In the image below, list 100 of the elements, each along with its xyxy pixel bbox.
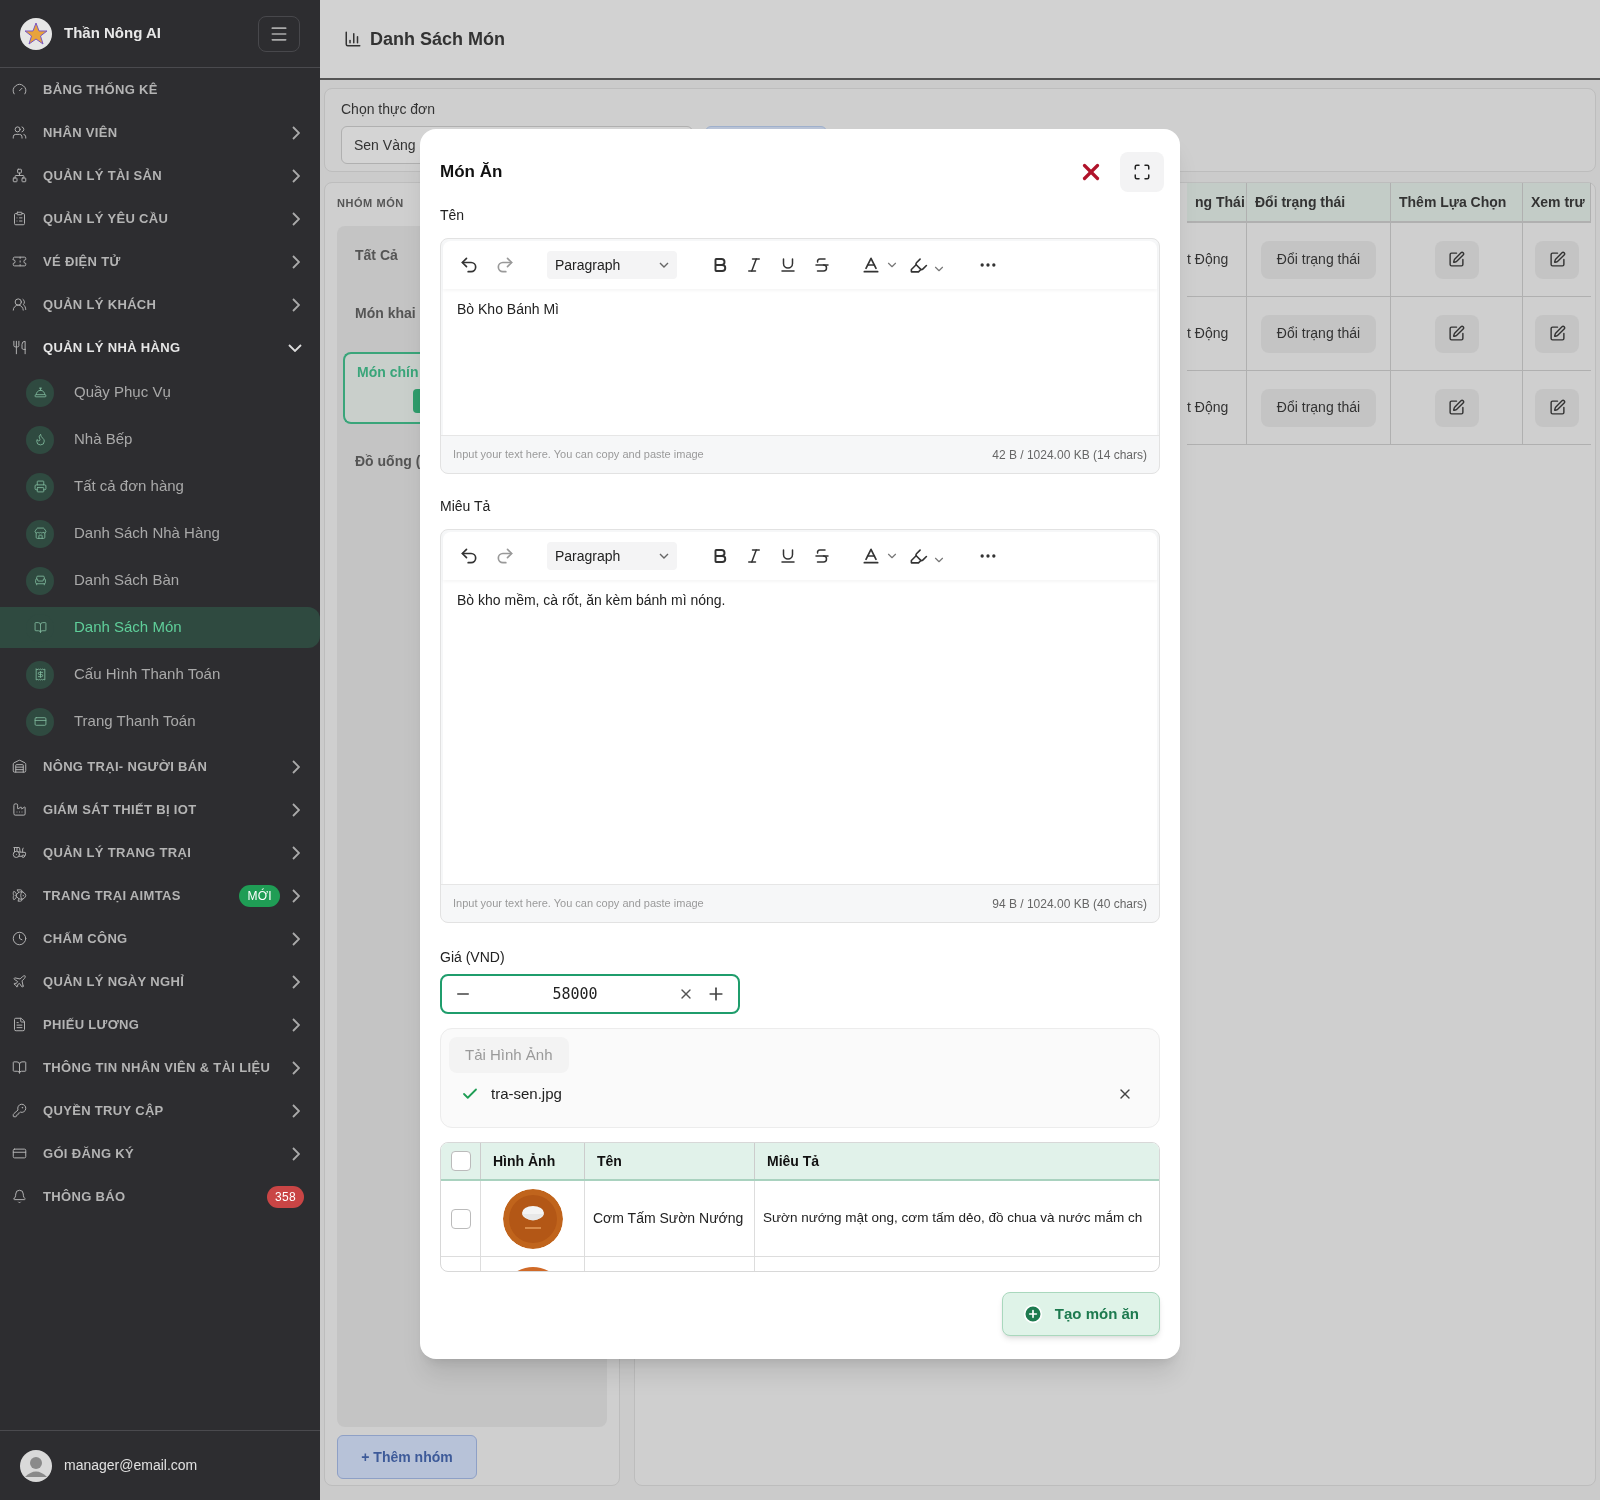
sidebar-item[interactable]: VÉ ĐIỆN TỬ [0, 240, 320, 283]
caret-icon [659, 553, 669, 559]
sidebar-item[interactable]: QUẢN LÝ NGÀY NGHỈ [0, 960, 320, 1003]
sidebar-subitem[interactable]: Nhà Bếp [0, 419, 320, 460]
subitem-icon [26, 425, 54, 454]
add-group-button[interactable]: + Thêm nhóm [337, 1435, 477, 1479]
format-select[interactable]: Paragraph [547, 542, 677, 570]
status-button[interactable]: Đổi trạng thái [1260, 240, 1377, 279]
edit-button[interactable] [1434, 314, 1479, 353]
sidebar-item[interactable]: QUẢN LÝ KHÁCH [0, 283, 320, 326]
chevron-right-icon [292, 759, 300, 774]
menu-item-icon [12, 1017, 27, 1032]
chevron-right-icon [292, 1103, 300, 1118]
edit-button[interactable] [1535, 388, 1579, 427]
edit-button[interactable] [1535, 240, 1579, 279]
field-label: Giá (VND) [440, 948, 505, 967]
text-color-icon[interactable] [861, 255, 881, 275]
sidebar-subitem[interactable]: Quầy Phục Vụ [0, 372, 320, 413]
menu-item-icon [12, 1189, 27, 1204]
expand-icon [1133, 163, 1151, 181]
column-header: Xem trư [1523, 183, 1591, 223]
user-avatar [20, 1449, 52, 1482]
format-select[interactable]: Paragraph [547, 251, 677, 279]
strikethrough-icon[interactable] [813, 256, 831, 274]
menu-item-icon [12, 931, 27, 946]
undo-icon[interactable] [459, 255, 479, 275]
underline-icon[interactable] [779, 256, 797, 274]
edit-button[interactable] [1434, 388, 1479, 427]
text-color-icon[interactable] [861, 546, 881, 566]
checkbox[interactable] [450, 1208, 471, 1229]
redo-icon[interactable] [495, 255, 515, 275]
status-button[interactable]: Đổi trạng thái [1260, 314, 1377, 353]
add-icon [1022, 1304, 1043, 1324]
chevron-right-icon [292, 888, 300, 903]
menu-item-icon [12, 168, 27, 183]
user-email: manager@email.com [64, 1456, 198, 1475]
price-value: 58000 [552, 983, 598, 1005]
column-header: Thêm Lựa Chọn [1391, 183, 1523, 223]
status-button[interactable]: Đổi trạng thái [1260, 388, 1377, 427]
edit-button[interactable] [1535, 314, 1579, 353]
underline-icon[interactable] [779, 547, 797, 565]
subitem-icon [26, 519, 54, 548]
checkbox[interactable] [450, 1151, 471, 1171]
sidebar-item[interactable]: NHÂN VIÊN [0, 111, 320, 154]
logo-icon [20, 17, 52, 50]
undo-icon[interactable] [459, 546, 479, 566]
sidebar-subitem[interactable]: Tất cả đơn hàng [0, 466, 320, 507]
subitem-icon [26, 472, 54, 501]
edit-button[interactable] [1434, 240, 1479, 279]
editor-text: Bò kho mềm, cà rốt, ăn kèm bánh mì nóng. [457, 592, 726, 608]
sidebar-item[interactable]: QUẢN LÝ TRANG TRẠI [0, 831, 320, 874]
italic-icon[interactable] [745, 256, 763, 274]
column-header: ng Thái [1187, 183, 1247, 223]
chevron-right-icon [292, 297, 300, 312]
rich-text-editor[interactable]: Paragraph Bò Kho Bánh Mì Input your text here. You can copy and paste image 42 B / 1024.00 KB (14 chars) [440, 238, 1160, 474]
edit-icon [1448, 399, 1465, 416]
sidebar-item[interactable]: BẢNG THỐNG KÊ [0, 68, 320, 111]
sidebar-item[interactable]: QUẢN LÝ TÀI SẢN [0, 154, 320, 197]
price-field[interactable]: 58000 [440, 974, 740, 1014]
chevron-right-icon [292, 802, 300, 817]
sidebar-subitem[interactable]: Danh Sách Nhà Hàng [0, 513, 320, 554]
highlighter-icon[interactable] [909, 546, 928, 566]
edit-icon [1448, 251, 1465, 268]
menu-item-icon [12, 974, 27, 989]
highlighter-icon[interactable] [909, 255, 928, 275]
menu-button[interactable] [258, 15, 300, 52]
sidebar-item[interactable]: QUẢN LÝ NHÀ HÀNG [0, 326, 320, 369]
sidebar-item[interactable]: GÓI ĐĂNG KÝ [0, 1132, 320, 1175]
menu-item-icon [12, 1146, 27, 1161]
menu-item-icon [12, 125, 27, 140]
sidebar-subitem[interactable]: Danh Sách Món [0, 607, 320, 648]
sidebar-item[interactable]: QUYỀN TRUY CẬP [0, 1089, 320, 1132]
subitem-icon [26, 566, 54, 595]
italic-icon[interactable] [745, 547, 763, 565]
subitem-icon [26, 660, 54, 689]
sidebar-item[interactable]: NÔNG TRẠI- NGƯỜI BÁN [0, 745, 320, 788]
create-dish-button[interactable]: Tạo món ăn [1001, 1292, 1160, 1336]
sidebar-item[interactable]: THÔNG TIN NHÂN VIÊN & TÀI LIỆU [0, 1046, 320, 1089]
caret-icon [659, 262, 669, 268]
brand-name: Thần Nông AI [64, 23, 161, 44]
sidebar-item[interactable]: THÔNG BÁO 358 [0, 1175, 320, 1218]
table-cell-text: Cơm Tấm Sườn Nướng [593, 1209, 744, 1228]
table-cell-text: Sườn nướng mật ong, cơm tấm dẻo, đồ chua và nước mắm ch [763, 1209, 1143, 1228]
sidebar-subitem[interactable]: Danh Sách Bàn [0, 560, 320, 601]
sidebar-item[interactable]: PHIẾU LƯƠNG [0, 1003, 320, 1046]
menu-item-icon [12, 845, 27, 860]
sidebar-item[interactable]: TRANG TRẠI AIMTAS MỚI [0, 874, 320, 917]
fullscreen-button[interactable] [1120, 152, 1164, 192]
menu-item-icon [12, 1060, 27, 1075]
strikethrough-icon[interactable] [813, 547, 831, 565]
column-header: Tên [597, 1151, 622, 1171]
redo-icon[interactable] [495, 546, 515, 566]
badge: MỚI [239, 884, 280, 907]
sidebar-subitem[interactable]: Trang Thanh Toán [0, 701, 320, 742]
sidebar-item[interactable]: CHẤM CÔNG [0, 917, 320, 960]
rich-text-editor[interactable]: Paragraph Bò kho mềm, cà rốt, ăn kèm bánh mì nóng. Input your text here. You can copy and paste image 94 B / 1024.00 KB (40 chars) [440, 529, 1160, 923]
sidebar-item[interactable]: QUẢN LÝ YÊU CẦU [0, 197, 320, 240]
sidebar-subitem[interactable]: Cấu Hình Thanh Toán [0, 654, 320, 695]
page-title: Danh Sách Món [370, 27, 505, 51]
sidebar-item[interactable]: GIÁM SÁT THIẾT BỊ IOT [0, 788, 320, 831]
